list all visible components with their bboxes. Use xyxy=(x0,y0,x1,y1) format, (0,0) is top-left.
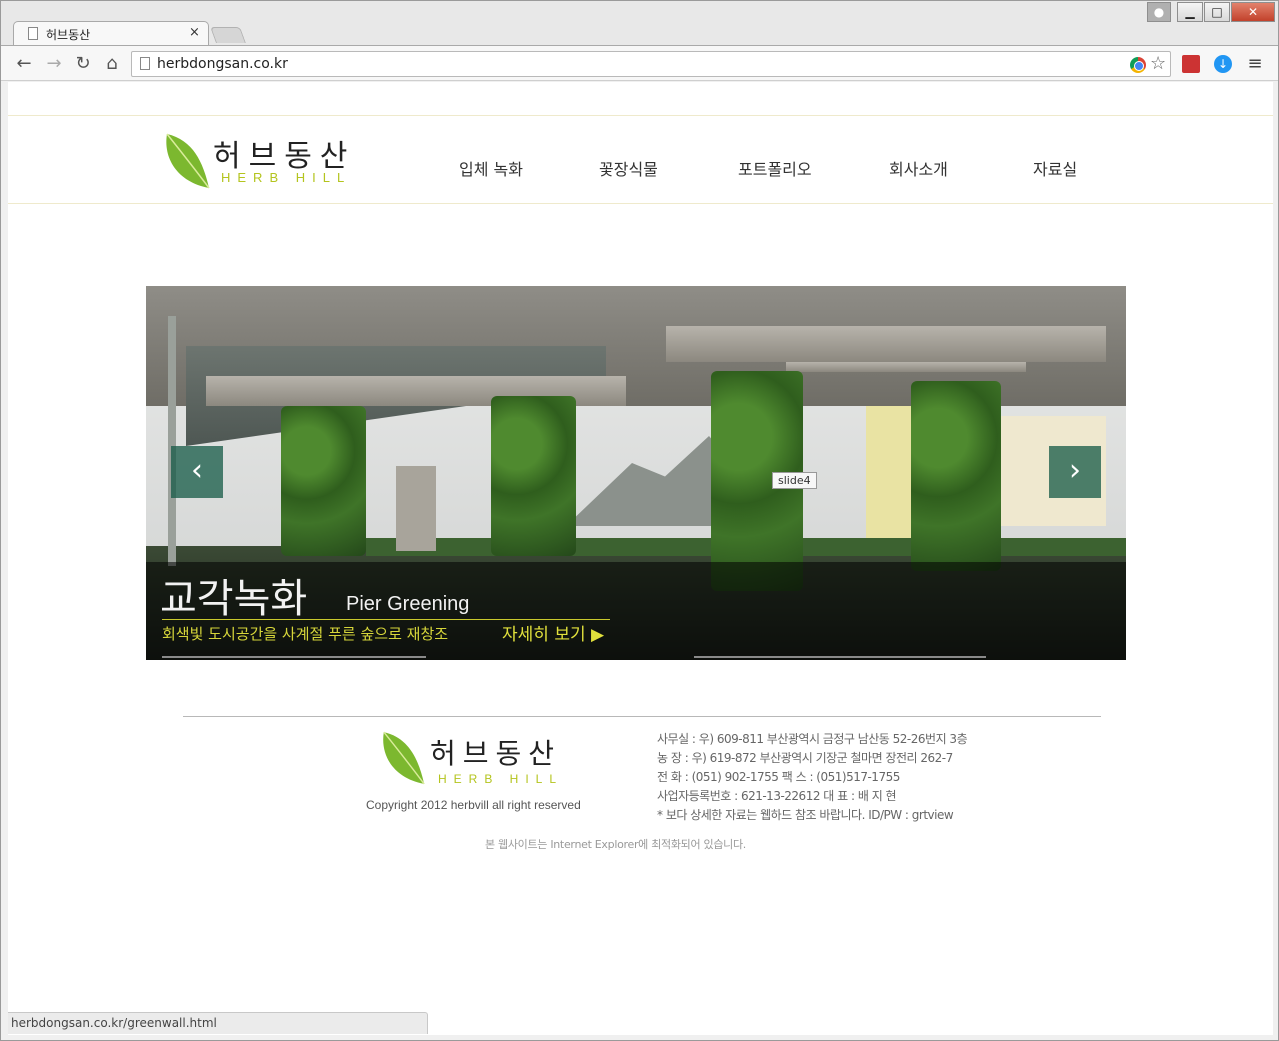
leaf-icon xyxy=(383,731,425,785)
slide-tooltip: slide4 xyxy=(772,472,817,489)
title-bar: 허브동산 × ● ▁ □ ✕ xyxy=(1,1,1278,46)
bookmark-star-icon[interactable]: ☆ xyxy=(1150,53,1166,74)
status-bar: herbdongsan.co.kr/greenwall.html xyxy=(8,1012,428,1034)
maximize-button[interactable]: □ xyxy=(1204,2,1230,22)
footer-logo-name-ko: 허브동산 xyxy=(430,737,562,770)
footer-divider xyxy=(183,716,1101,717)
info-office-address: 사무실 : 우) 609-811 부산광역시 금정구 남산동 52-26번지 3… xyxy=(657,732,968,746)
info-phone-fax: 전 화 : (051) 902-1755 팩 스 : (051)517-1755 xyxy=(657,770,900,784)
caption-subtitle: Pier Greening xyxy=(346,593,470,615)
caption-title: 교각녹화 xyxy=(160,576,308,622)
company-info: 사무실 : 우) 609-811 부산광역시 금정구 남산동 52-26번지 3… xyxy=(657,730,1077,825)
nav-item-flower-decor[interactable]: 꽃장식물 xyxy=(599,156,658,180)
slider-next-button[interactable]: › xyxy=(1049,446,1101,498)
slide-caption: 교각녹화 Pier Greening 회색빛 도시공간을 사계절 푸른 숲으로 … xyxy=(146,562,1126,660)
site-header: 허브동산 HERB HILL 입체 녹화 꽃장식물 포트폴리오 회사소개 자료실 xyxy=(8,116,1273,204)
footer-logo: 허브동산 HERB HILL xyxy=(380,730,580,790)
home-icon[interactable]: ⌂ xyxy=(101,53,123,75)
chrome-icon[interactable] xyxy=(1130,57,1146,73)
page-icon xyxy=(140,57,150,70)
footer-logo-name-en: HERB HILL xyxy=(438,772,564,786)
tab-close-icon[interactable]: × xyxy=(189,25,200,40)
minimize-button[interactable]: ▁ xyxy=(1177,2,1203,22)
nav-item-vertical-greening[interactable]: 입체 녹화 xyxy=(459,156,523,180)
bookmark-extension-icon[interactable] xyxy=(1182,55,1200,73)
back-icon[interactable]: ← xyxy=(13,53,35,75)
page-viewport: 허브동산 HERB HILL 입체 녹화 꽃장식물 포트폴리오 회사소개 자료실 xyxy=(8,82,1273,1035)
info-business-number: 사업자등록번호 : 621-13-22612 대 표 : 배 지 현 xyxy=(657,789,897,803)
info-farm-address: 농 장 : 우) 619-872 부산광역시 기장군 철마면 장전리 262-7 xyxy=(657,751,953,765)
reload-icon[interactable]: ↻ xyxy=(72,53,94,75)
info-webhard-note: * 보다 상세한 자료는 웹하드 참조 바랍니다. ID/PW : grtvie… xyxy=(657,808,954,822)
browser-tab[interactable]: 허브동산 × xyxy=(13,21,209,46)
browser-window: 허브동산 × ● ▁ □ ✕ ← → ↻ ⌂ herbdongsan.co.kr… xyxy=(0,0,1279,1041)
top-strip xyxy=(8,82,1273,116)
hero-slider[interactable]: ‹ › slide4 교각녹화 Pier Greening 회색빛 도시공간을 … xyxy=(146,286,1126,660)
slide-indicator[interactable] xyxy=(162,656,426,658)
address-bar[interactable]: herbdongsan.co.kr ☆ xyxy=(131,51,1171,77)
new-tab-button[interactable] xyxy=(210,27,246,43)
main-nav: 입체 녹화 꽃장식물 포트폴리오 회사소개 자료실 xyxy=(8,116,1273,204)
nav-item-portfolio[interactable]: 포트폴리오 xyxy=(738,156,812,180)
browser-notice: 본 웹사이트는 Internet Explorer에 최적화되어 있습니다. xyxy=(485,838,746,851)
slide-indicator[interactable] xyxy=(694,656,986,658)
menu-icon[interactable]: ≡ xyxy=(1246,55,1264,73)
download-icon[interactable]: ↓ xyxy=(1214,55,1232,73)
user-icon[interactable]: ● xyxy=(1147,2,1171,22)
close-window-button[interactable]: ✕ xyxy=(1231,2,1275,22)
forward-icon[interactable]: → xyxy=(43,53,65,75)
tab-title: 허브동산 xyxy=(46,28,91,42)
url-text[interactable]: herbdongsan.co.kr xyxy=(157,56,288,72)
caption-more-link[interactable]: 자세히 보기 ▶ xyxy=(502,620,604,645)
caption-description: 회색빛 도시공간을 사계절 푸른 숲으로 재창조 xyxy=(162,625,449,643)
page-icon xyxy=(28,27,38,40)
copyright-text: Copyright 2012 herbvill all right reserv… xyxy=(366,798,581,812)
nav-item-archive[interactable]: 자료실 xyxy=(1033,156,1077,180)
nav-item-about[interactable]: 회사소개 xyxy=(889,156,948,180)
slider-prev-button[interactable]: ‹ xyxy=(171,446,223,498)
browser-toolbar: ← → ↻ ⌂ herbdongsan.co.kr ☆ ↓ ≡ xyxy=(1,45,1278,81)
